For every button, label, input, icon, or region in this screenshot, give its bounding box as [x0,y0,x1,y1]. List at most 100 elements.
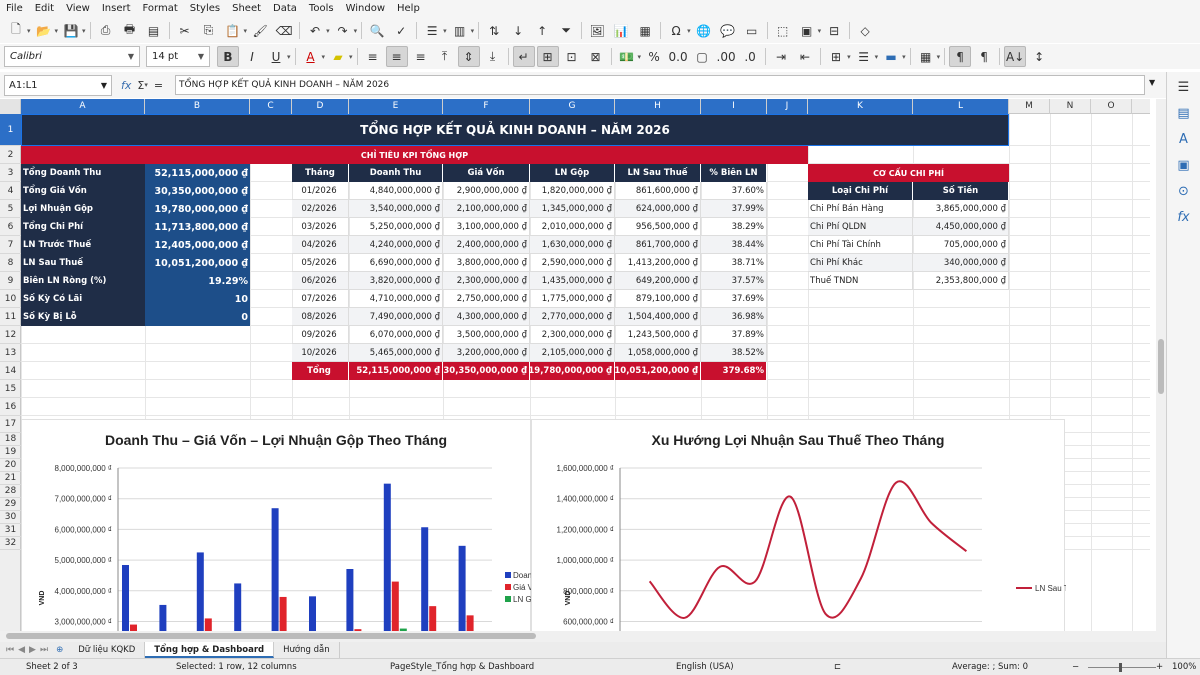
open-folder-icon[interactable]: 📂 [33,20,55,41]
monthly-table-cell[interactable]: 08/2026 [292,308,349,326]
row-header-32[interactable]: 32 [0,537,21,550]
cost-table-cell[interactable]: 4,450,000,000 ₫ [913,218,1009,236]
monthly-table-cell[interactable]: 10/2026 [292,344,349,362]
column-header-i[interactable]: I [701,99,767,114]
increase-indent-icon[interactable]: ⇥ [770,46,792,67]
monthly-table-cell[interactable]: 879,100,000 ₫ [615,290,701,308]
tab-data[interactable]: Dữ liệu KQKD [69,642,146,658]
cost-table-cell[interactable]: Chi Phí Bán Hàng [808,200,913,218]
decrease-indent-icon[interactable]: ⇤ [794,46,816,67]
zoom-in-icon[interactable]: + [1156,662,1163,672]
column-header-j[interactable]: J [767,99,808,114]
kpi-value[interactable]: 10,051,200,000 ₫ [145,254,250,272]
monthly-table-cell[interactable]: 1,630,000,000 ₫ [530,236,615,254]
monthly-table-cell[interactable]: 37.69% [701,290,767,308]
cell-area[interactable]: TỔNG HỢP KẾT QUẢ KINH DOANH – NĂM 2026 CH… [21,114,1150,631]
monthly-table-cell[interactable]: 6,070,000,000 ₫ [349,326,443,344]
export-pdf-icon[interactable]: ⎙ [95,20,117,41]
row-header-13[interactable]: 13 [0,344,21,362]
chart-bar[interactable]: Doanh Thu – Giá Vốn – Lợi Nhuận Gộp Theo… [21,419,532,631]
kpi-value[interactable]: 0 [145,308,250,326]
monthly-table-cell[interactable]: 3,500,000,000 ₫ [443,326,530,344]
row-header-18[interactable]: 18 [0,433,21,446]
special-character-icon[interactable]: Ω [665,20,687,41]
kpi-label[interactable]: LN Trước Thuế [21,236,145,254]
vertical-scrollbar[interactable] [1156,99,1166,631]
horizontal-scrollbar[interactable] [0,631,1166,642]
kpi-value[interactable]: 52,115,000,000 ₫ [145,164,250,182]
next-sheet-icon[interactable]: ▶ [29,645,36,655]
menu-item-help[interactable]: Help [391,0,426,18]
unmerge-cells-icon[interactable]: ⊠ [585,46,607,67]
monthly-table-header[interactable]: LN Gộp [530,164,615,182]
monthly-table-cell[interactable]: 1,058,000,000 ₫ [615,344,701,362]
selection-mode-icon[interactable]: ⊏ [834,662,841,672]
zoom-level[interactable]: 100% [1172,662,1196,672]
styles-icon[interactable]: A [1173,130,1195,150]
align-bottom-icon[interactable]: ⤓ [482,46,504,67]
monthly-table-cell[interactable]: 06/2026 [292,272,349,290]
add-decimal-icon[interactable]: .00 [715,46,737,67]
row-header-8[interactable]: 8 [0,254,21,272]
monthly-total-cell[interactable]: 19,780,000,000 ₫ [530,362,615,380]
kpi-label[interactable]: Lợi Nhuận Gộp [21,200,145,218]
cost-structure-header[interactable]: CƠ CẤU CHI PHÍ [808,164,1009,182]
column-header-a[interactable]: A [21,99,145,114]
monthly-table-header[interactable]: % Biên LN [701,164,767,182]
monthly-table-cell[interactable]: 37.57% [701,272,767,290]
row-header-15[interactable]: 15 [0,380,21,398]
menu-item-window[interactable]: Window [340,0,391,18]
sort-descending-icon[interactable]: ↑ [531,20,553,41]
number-format-icon[interactable]: 0.0 [667,46,689,67]
date-format-icon[interactable]: ▢ [691,46,713,67]
row-header-17[interactable]: 17 [0,416,21,433]
insert-image-icon[interactable]: 🖼 [586,20,608,41]
paste-icon[interactable]: 📋 [222,20,244,41]
navigator-icon[interactable]: ⊙ [1173,182,1195,202]
first-sheet-icon[interactable]: ⏮ [6,645,14,655]
column-header-b[interactable]: B [145,99,250,114]
name-box[interactable]: A1:L1 ▼ [4,74,112,96]
kpi-value[interactable]: 12,405,000,000 ₫ [145,236,250,254]
monthly-table-cell[interactable]: 1,435,000,000 ₫ [530,272,615,290]
monthly-table-cell[interactable]: 04/2026 [292,236,349,254]
menu-item-file[interactable]: File [0,0,29,18]
row-header-6[interactable]: 6 [0,218,21,236]
column-header-o[interactable]: O [1091,99,1132,114]
monthly-table-cell[interactable]: 38.29% [701,218,767,236]
header-footer-icon[interactable]: ▭ [741,20,763,41]
left-to-right-icon[interactable]: ¶ [949,46,972,67]
kpi-label[interactable]: LN Sau Thuế [21,254,145,272]
column-icon[interactable]: ▥ [449,20,471,41]
formula-icon[interactable]: = [154,79,163,92]
column-header-c[interactable]: C [250,99,292,114]
monthly-table-cell[interactable]: 01/2026 [292,182,349,200]
align-top-icon[interactable]: ⤒ [434,46,456,67]
freeze-rows-columns-icon[interactable]: ▣ [796,20,818,41]
delete-decimal-icon[interactable]: .0 [739,46,761,67]
select-all-corner[interactable] [0,99,21,114]
chart-line[interactable]: Xu Hướng Lợi Nhuận Sau Thuế Theo Tháng 1,… [531,419,1066,631]
menu-item-sheet[interactable]: Sheet [226,0,267,18]
monthly-table-cell[interactable]: 5,465,000,000 ₫ [349,344,443,362]
row-icon[interactable]: ☰ [421,20,443,41]
monthly-table-cell[interactable]: 861,600,000 ₫ [615,182,701,200]
monthly-table-cell[interactable]: 1,413,200,000 ₫ [615,254,701,272]
print-icon[interactable]: 🖶 [119,20,141,41]
kpi-value[interactable]: 30,350,000,000 ₫ [145,182,250,200]
column-header-h[interactable]: H [615,99,701,114]
monthly-table-cell[interactable]: 4,710,000,000 ₫ [349,290,443,308]
autofilter-icon[interactable]: ⏷ [555,20,577,41]
row-header-2[interactable]: 2 [0,146,21,164]
clear-formatting-icon[interactable]: ⌫ [273,20,295,41]
split-window-icon[interactable]: ⊟ [823,20,845,41]
monthly-table-header[interactable]: Doanh Thu [349,164,443,182]
monthly-table-header[interactable]: Tháng [292,164,349,182]
font-size-box[interactable]: 14 pt ▼ [146,46,210,67]
menu-item-view[interactable]: View [60,0,96,18]
column-header-d[interactable]: D [292,99,349,114]
new-document-icon[interactable]: 🗋 [5,20,27,41]
border-color-icon[interactable]: ▬ [880,46,902,67]
row-header-14[interactable]: 14 [0,362,21,380]
chevron-down-icon[interactable]: ▼ [101,81,107,90]
